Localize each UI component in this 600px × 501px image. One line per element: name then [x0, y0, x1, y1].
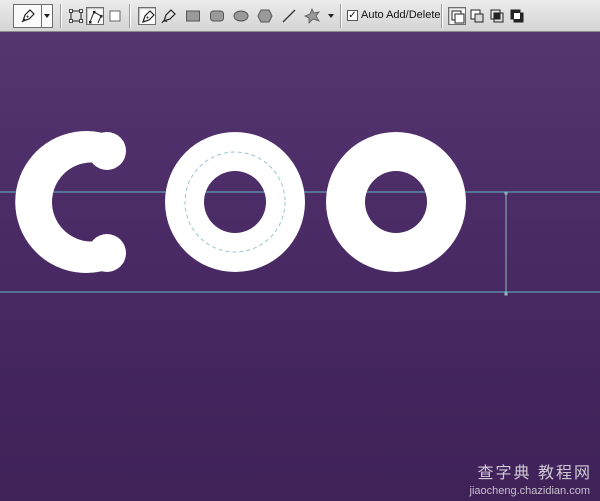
- rectangle-icon: [186, 10, 200, 22]
- artwork: [0, 131, 600, 296]
- subtract-from-shape-area-button[interactable]: [468, 7, 486, 25]
- letter-o-shape-2: [326, 132, 466, 272]
- line-icon: [282, 9, 296, 23]
- pen-icon: [142, 10, 155, 23]
- rounded-rectangle-icon: [210, 10, 224, 22]
- separator: [60, 4, 62, 28]
- shape-layers-icon: [69, 9, 83, 23]
- letter-c-shape: [15, 131, 126, 273]
- exclude-overlapping-shape-areas-icon: [510, 9, 524, 23]
- line-tool-button[interactable]: [280, 7, 298, 25]
- subtract-from-shape-area-icon: [470, 9, 484, 23]
- intersect-shape-areas-button[interactable]: [488, 7, 506, 25]
- fill-pixels-button[interactable]: [106, 7, 124, 25]
- auto-add-delete-checkbox[interactable]: ✓: [347, 10, 358, 21]
- intersect-shape-areas-icon: [490, 9, 504, 23]
- letter-o-shape-1: [165, 132, 305, 272]
- custom-shape-tool-button[interactable]: [303, 7, 321, 25]
- rounded-rectangle-tool-button[interactable]: [208, 7, 226, 25]
- rectangle-tool-button[interactable]: [184, 7, 202, 25]
- paths-button[interactable]: [86, 7, 104, 25]
- ellipse-tool-button[interactable]: [232, 7, 250, 25]
- custom-shape-icon: [304, 8, 320, 24]
- chevron-down-icon[interactable]: [328, 14, 334, 18]
- separator: [441, 4, 443, 28]
- pen-tool-button[interactable]: [138, 7, 156, 25]
- shape-layers-button[interactable]: [67, 7, 85, 25]
- separator: [340, 4, 342, 28]
- add-to-shape-area-icon: [451, 10, 465, 24]
- anchor-point[interactable]: [504, 292, 508, 296]
- watermark-url: jiaocheng.chazidian.com: [469, 485, 590, 497]
- freeform-pen-icon: [161, 9, 176, 24]
- ellipse-icon: [233, 10, 249, 22]
- polygon-tool-button[interactable]: [256, 7, 274, 25]
- pen-tool-icon: [14, 5, 42, 27]
- tool-preset-picker[interactable]: [13, 4, 53, 28]
- document-canvas[interactable]: 查字典 教程网 jiaocheng.chazidian.com: [0, 32, 600, 501]
- fill-pixels-icon: [109, 10, 121, 22]
- freeform-pen-button[interactable]: [160, 7, 178, 25]
- exclude-overlapping-shape-areas-button[interactable]: [508, 7, 526, 25]
- chevron-down-icon: [44, 14, 50, 18]
- paths-icon: [89, 11, 103, 24]
- auto-add-delete-label[interactable]: Auto Add/Delete: [361, 9, 441, 21]
- separator: [129, 4, 131, 28]
- options-bar: ✓ Auto Add/Delete: [0, 0, 600, 32]
- anchor-point[interactable]: [504, 191, 508, 195]
- add-to-shape-area-button[interactable]: [448, 7, 466, 25]
- watermark-title: 查字典 教程网: [477, 465, 592, 482]
- polygon-icon: [257, 9, 273, 23]
